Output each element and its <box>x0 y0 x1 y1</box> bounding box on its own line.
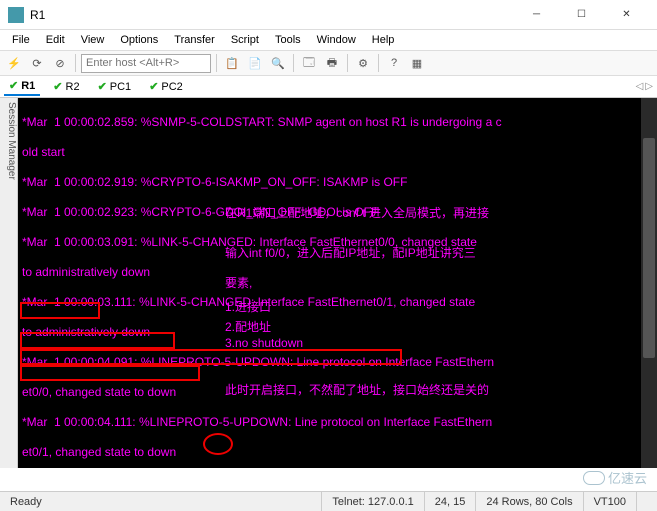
tab-pc1[interactable]: ✔PC1 <box>93 78 137 95</box>
status-connection: Telnet: 127.0.0.1 <box>322 492 424 511</box>
host-input[interactable] <box>81 54 211 73</box>
help-icon[interactable]: ? <box>384 53 404 73</box>
toolbar: ⚡ ⟳ ⊘ 📋 📄 🔍 🗔 🖶 ⚙ ? ▦ <box>0 50 657 76</box>
props-icon[interactable]: 🗔 <box>299 53 319 73</box>
cloud-icon <box>583 471 605 485</box>
menu-edit[interactable]: Edit <box>40 32 71 48</box>
menubar: File Edit View Options Transfer Script T… <box>0 30 657 50</box>
menu-help[interactable]: Help <box>366 32 401 48</box>
app-icon <box>8 7 24 23</box>
status-ready: Ready <box>0 492 322 511</box>
minimize-button[interactable]: ─ <box>514 0 559 30</box>
menu-window[interactable]: Window <box>311 32 362 48</box>
close-button[interactable]: ✕ <box>604 0 649 30</box>
tabbar: ✔R1 ✔R2 ✔PC1 ✔PC2 ◁▷ <box>0 76 657 98</box>
tab-next-icon[interactable]: ▷ <box>645 81 653 92</box>
tab-pc2[interactable]: ✔PC2 <box>144 78 188 95</box>
menu-transfer[interactable]: Transfer <box>168 32 221 48</box>
tab-prev-icon[interactable]: ◁ <box>636 81 644 92</box>
scrollbar-thumb[interactable] <box>643 138 655 358</box>
status-emulation: VT100 <box>584 492 637 511</box>
menu-view[interactable]: View <box>75 32 111 48</box>
reconnect-icon[interactable]: ⟳ <box>27 53 47 73</box>
check-icon: ✔ <box>9 79 18 92</box>
status-size: 24 Rows, 80 Cols <box>476 492 583 511</box>
maximize-button[interactable]: ☐ <box>559 0 604 30</box>
disconnect-icon[interactable]: ⊘ <box>50 53 70 73</box>
check-icon: ✔ <box>98 80 107 93</box>
menu-options[interactable]: Options <box>114 32 164 48</box>
scrollbar[interactable] <box>641 98 657 468</box>
watermark: 亿速云 <box>583 468 647 487</box>
tab-r2[interactable]: ✔R2 <box>48 78 84 95</box>
menu-tools[interactable]: Tools <box>269 32 307 48</box>
check-icon: ✔ <box>53 80 62 93</box>
tile-icon[interactable]: ▦ <box>407 53 427 73</box>
options-icon[interactable]: ⚙ <box>353 53 373 73</box>
connect-icon[interactable]: ⚡ <box>4 53 24 73</box>
session-manager-sidebar[interactable]: Session Manager <box>0 98 18 468</box>
status-bar: Ready Telnet: 127.0.0.1 24, 15 24 Rows, … <box>0 491 657 511</box>
check-icon: ✔ <box>149 80 158 93</box>
print-icon[interactable]: 🖶 <box>322 53 342 73</box>
paste-icon[interactable]: 📄 <box>245 53 265 73</box>
menu-script[interactable]: Script <box>225 32 265 48</box>
menu-file[interactable]: File <box>6 32 36 48</box>
copy-icon[interactable]: 📋 <box>222 53 242 73</box>
window-title: R1 <box>30 8 514 22</box>
titlebar: R1 ─ ☐ ✕ <box>0 0 657 30</box>
status-cursor: 24, 15 <box>425 492 477 511</box>
tab-r1[interactable]: ✔R1 <box>4 77 40 96</box>
find-icon[interactable]: 🔍 <box>268 53 288 73</box>
terminal[interactable]: *Mar 1 00:00:02.859: %SNMP-5-COLDSTART: … <box>18 98 657 468</box>
